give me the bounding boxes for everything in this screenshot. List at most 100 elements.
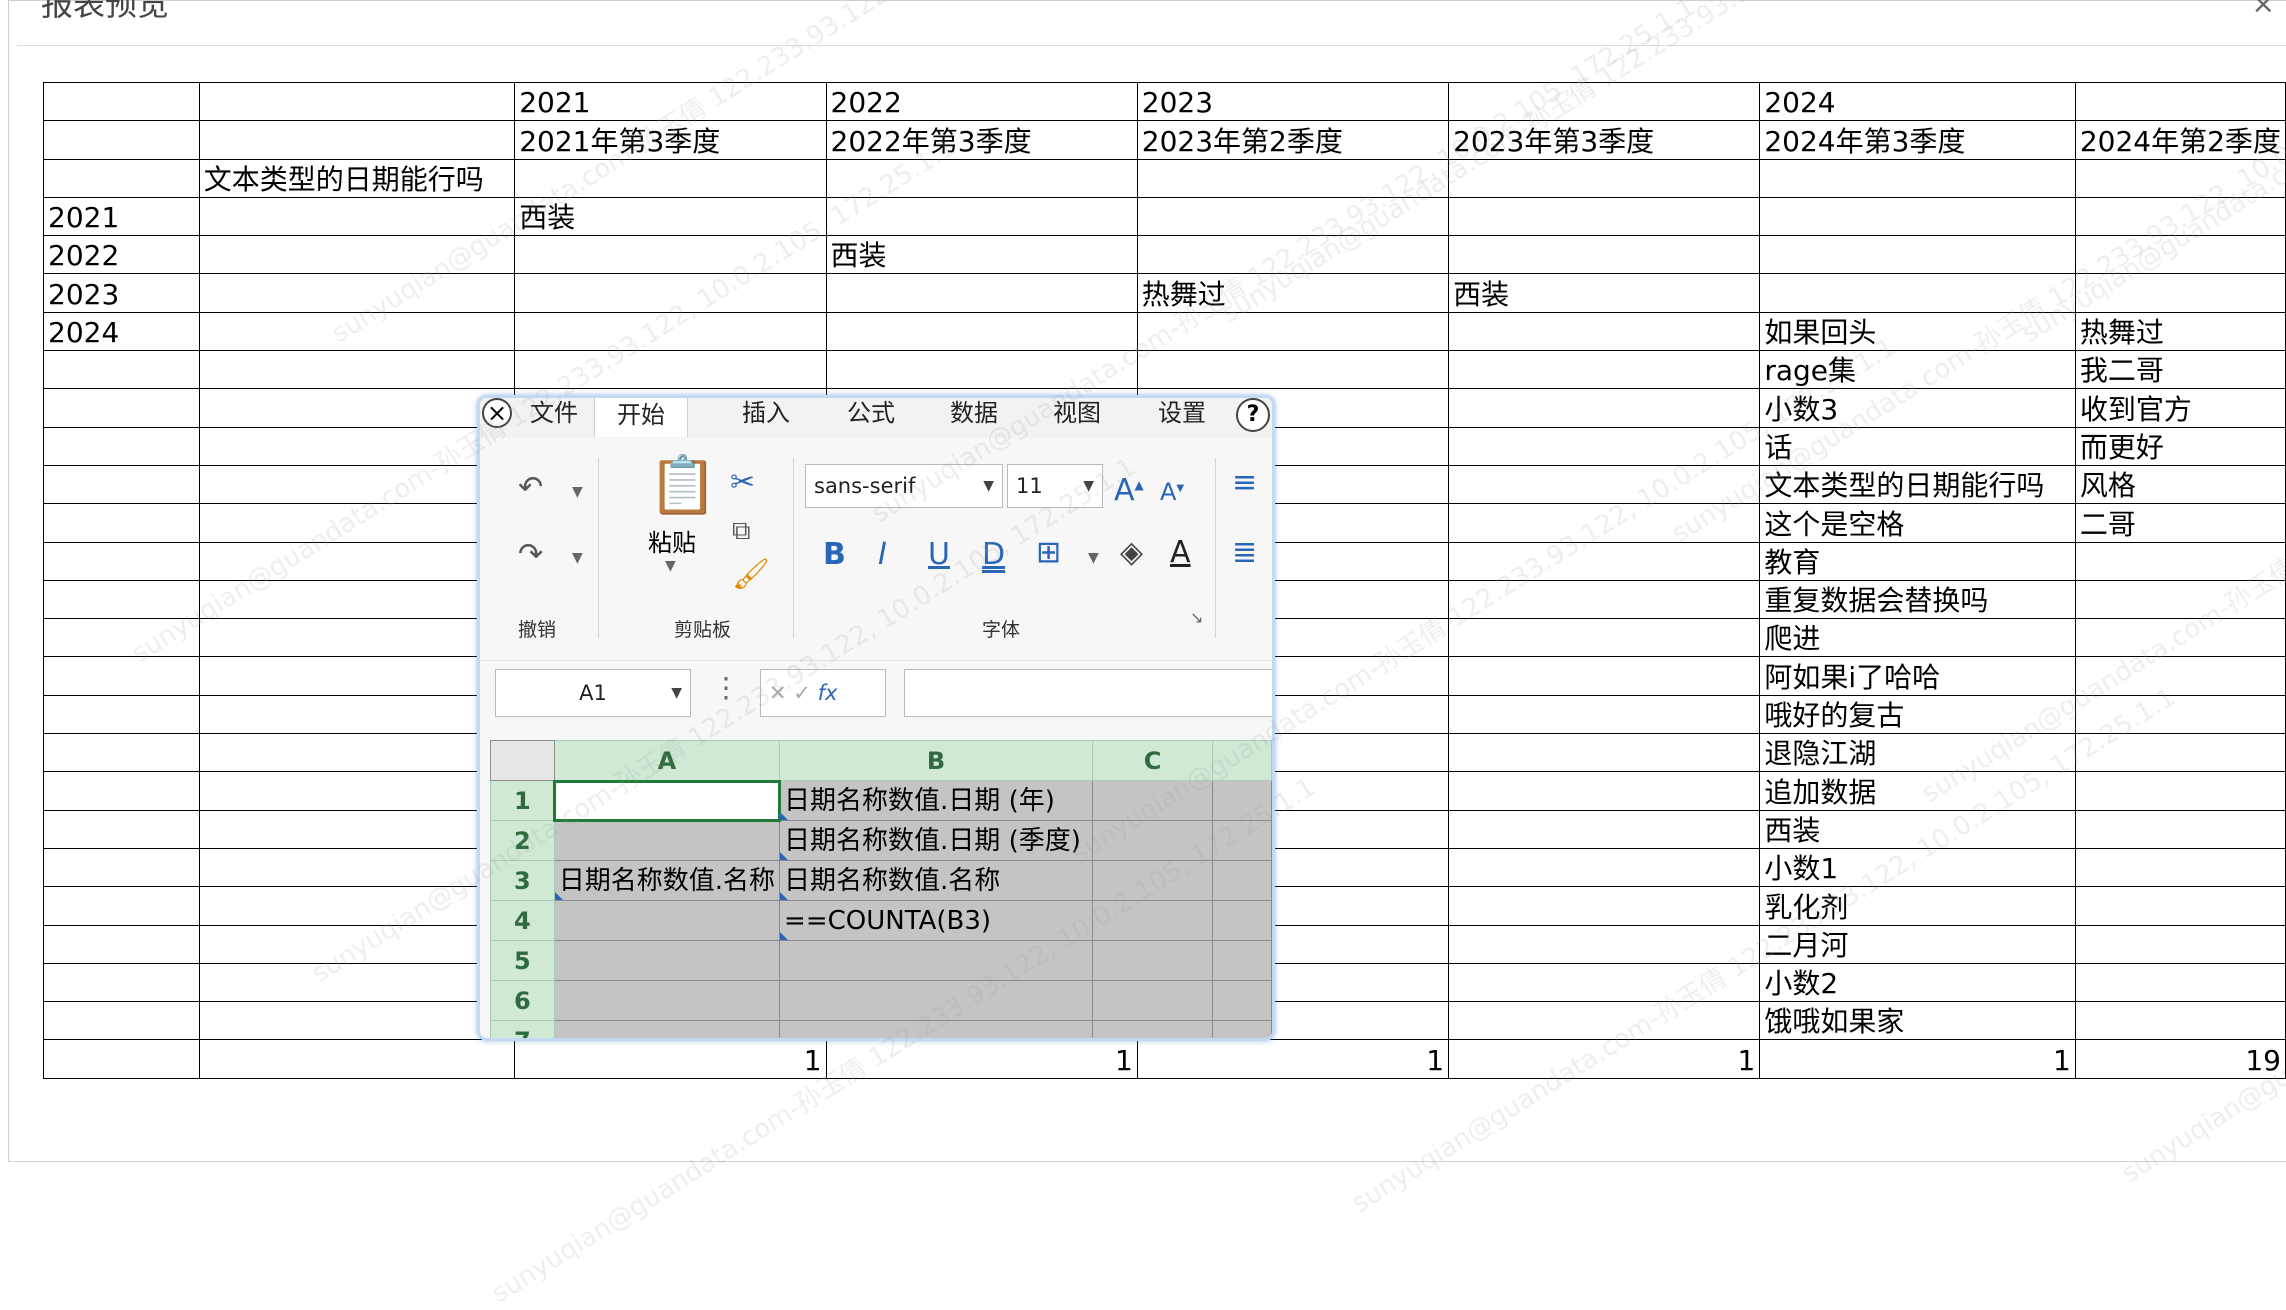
grid-cell-c6[interactable]	[1091, 980, 1214, 1021]
paste-dropdown-icon[interactable]: ▼	[665, 558, 676, 574]
border-dropdown-icon[interactable]: ▼	[1088, 550, 1099, 566]
tab-insert[interactable]: 插入	[742, 398, 790, 428]
tab-formula[interactable]: 公式	[847, 398, 895, 428]
grid-cell-a5[interactable]	[553, 940, 781, 981]
select-all-corner[interactable]	[490, 740, 555, 781]
row-header[interactable]: 7	[490, 1020, 555, 1038]
table-cell	[43, 503, 200, 543]
grid-cell-d6[interactable]	[1212, 980, 1272, 1021]
help-icon[interactable]: ?	[1236, 398, 1270, 432]
copy-icon[interactable]: ⧉	[732, 516, 751, 546]
grid-cell-a4[interactable]	[553, 900, 781, 941]
align-icon[interactable]: ≡	[1232, 468, 1257, 498]
format-painter-icon[interactable]: 🖌	[732, 560, 770, 590]
table-cell	[198, 656, 516, 696]
column-header-b[interactable]: B	[779, 740, 1093, 781]
font-dialog-launcher-icon[interactable]: ↘	[1190, 608, 1203, 627]
fill-color-icon[interactable]: ◈	[1120, 538, 1143, 568]
table-cell	[198, 235, 516, 275]
tab-home[interactable]: 开始	[594, 398, 688, 437]
table-cell	[43, 1001, 200, 1041]
font-family-select[interactable]: sans-serif ▼	[805, 464, 1003, 508]
grid-cell-c7[interactable]	[1091, 1020, 1214, 1038]
grid-cell-d7[interactable]	[1212, 1020, 1272, 1038]
fx-icon[interactable]: fx	[818, 681, 838, 705]
column-header-a[interactable]: A	[553, 740, 781, 781]
formula-input[interactable]	[904, 669, 1272, 717]
grid-cell-b7[interactable]	[779, 1020, 1093, 1038]
paste-icon[interactable]: 📋	[648, 458, 718, 514]
row-header[interactable]: 1	[490, 780, 555, 821]
grid-cell-d4[interactable]	[1212, 900, 1272, 941]
ribbon-tab-bar: × 文件 开始 插入 公式 数据 视图 设置 ?	[480, 398, 1272, 439]
tab-data[interactable]: 数据	[950, 398, 998, 428]
grid-cell-d5[interactable]	[1212, 940, 1272, 981]
grid-cell-a1[interactable]	[553, 779, 781, 822]
table-cell	[1448, 464, 1761, 505]
name-box[interactable]: A1 ▼	[495, 669, 691, 717]
cancel-icon[interactable]: ✕	[769, 681, 787, 705]
table-cell	[198, 809, 516, 849]
decrease-font-icon[interactable]: A▼	[1160, 474, 1184, 507]
table-cell	[198, 273, 516, 313]
table-cell	[1448, 503, 1761, 543]
close-icon[interactable]: ×	[2252, 0, 2275, 20]
align-justify-icon[interactable]: ≣	[1232, 538, 1257, 568]
grid-cell-b1[interactable]: 日期名称数值.日期 (年)	[779, 780, 1093, 821]
grid-cell-d2[interactable]	[1212, 820, 1272, 861]
grid-cell-b3[interactable]: 日期名称数值.名称	[779, 860, 1093, 901]
grid-cell-c1[interactable]	[1091, 780, 1214, 821]
border-icon[interactable]: ⊞	[1036, 538, 1061, 568]
redo-icon[interactable]: ↷	[518, 540, 543, 570]
grid-cell-a6[interactable]	[553, 980, 781, 1021]
double-underline-icon[interactable]: D	[982, 540, 1005, 570]
redo-dropdown-icon[interactable]: ▼	[572, 550, 583, 566]
grid-cell-b5[interactable]	[779, 940, 1093, 981]
grid-cell-c3[interactable]	[1091, 860, 1214, 901]
grid-cell-c2[interactable]	[1091, 820, 1214, 861]
grid-cell-d3[interactable]	[1212, 860, 1272, 901]
more-icon[interactable]: ⋮	[712, 671, 740, 704]
close-icon[interactable]: ×	[482, 398, 512, 428]
table-cell	[43, 886, 200, 926]
column-header[interactable]	[1212, 740, 1272, 781]
grid-cell-a2[interactable]	[553, 820, 781, 861]
confirm-icon[interactable]: ✓	[793, 681, 811, 705]
table-cell: 教育	[1759, 541, 2076, 581]
year-header: 2024	[1759, 81, 2076, 122]
undo-icon[interactable]: ↶	[518, 473, 543, 503]
row-header[interactable]: 6	[490, 980, 555, 1021]
bold-icon[interactable]: B	[823, 540, 846, 570]
group-label-undo: 撤销	[518, 619, 557, 641]
tab-settings[interactable]: 设置	[1158, 398, 1206, 428]
grid-cell-d1[interactable]	[1212, 780, 1272, 821]
paste-button[interactable]: 粘贴	[648, 523, 696, 558]
row-header[interactable]: 5	[490, 940, 555, 981]
tab-file[interactable]: 文件	[530, 398, 578, 428]
table-cell: 文本类型的日期能行吗	[1759, 464, 2076, 505]
row-header[interactable]: 4	[490, 900, 555, 941]
table-cell: 热舞过	[2074, 311, 2286, 352]
grid-cell-a7[interactable]	[553, 1020, 781, 1038]
grid-cell-b2[interactable]: 日期名称数值.日期 (季度)	[779, 820, 1093, 861]
font-size-select[interactable]: 11 ▼	[1007, 464, 1103, 508]
table-cell	[1448, 924, 1761, 964]
header-row-quarters: 2021年第3季度 2022年第3季度 2023年第2季度 2023年第3季度 2024…	[43, 120, 2286, 160]
increase-font-icon[interactable]: A▲	[1114, 470, 1144, 506]
grid-cell-c4[interactable]	[1091, 900, 1214, 941]
column-header-c[interactable]: C	[1091, 740, 1214, 781]
underline-icon[interactable]: U	[928, 540, 950, 570]
grid-cell-b6[interactable]	[779, 980, 1093, 1021]
row-header[interactable]: 3	[490, 860, 555, 901]
grid-cell-a3[interactable]: 日期名称数值.名称	[553, 860, 781, 901]
row-header[interactable]: 2	[490, 820, 555, 861]
cut-icon[interactable]: ✂	[730, 468, 755, 498]
tab-view[interactable]: 视图	[1053, 398, 1101, 428]
grid-cell-c5[interactable]	[1091, 940, 1214, 981]
undo-dropdown-icon[interactable]: ▼	[572, 484, 583, 500]
table-cell: 二月河	[1759, 924, 2076, 964]
font-color-icon[interactable]: A	[1170, 538, 1191, 568]
table-cell	[1448, 809, 1761, 849]
grid-cell-b4[interactable]: ==COUNTA(B3)	[779, 900, 1093, 941]
italic-icon[interactable]: I	[878, 540, 887, 570]
